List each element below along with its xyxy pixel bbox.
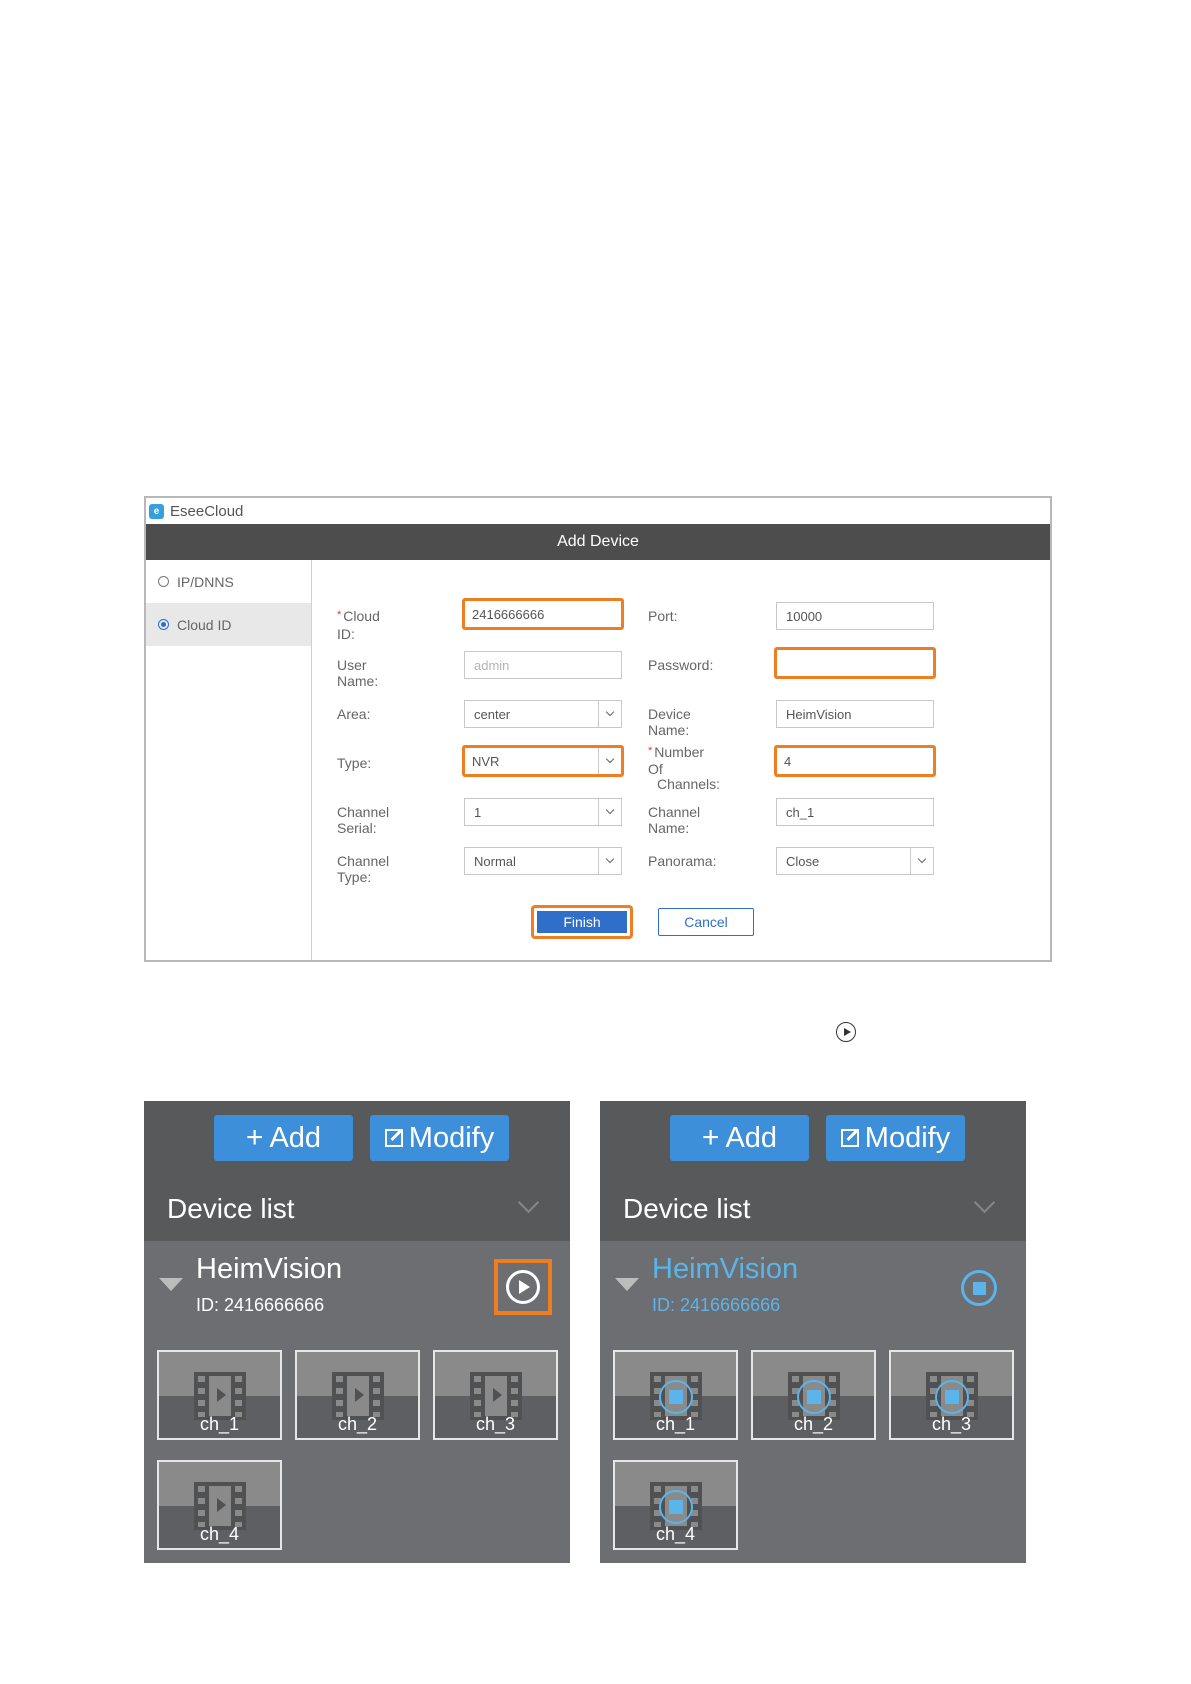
chevron-down-icon[interactable] (598, 799, 621, 825)
modify-button[interactable]: Modify (370, 1115, 509, 1161)
channel-tile-2[interactable]: ch_2 (751, 1350, 876, 1440)
channel-label: ch_4 (199, 1524, 240, 1544)
channel-label: ch_3 (931, 1414, 972, 1434)
port-input[interactable]: 10000 (776, 602, 934, 630)
dialog-header: Add Device (146, 524, 1050, 560)
sidebar-item-ip-dnns[interactable]: IP/DNNS (146, 560, 311, 603)
channel-serial-select[interactable]: 1 (464, 798, 622, 826)
radio-cloud-id[interactable] (158, 619, 169, 630)
stop-icon[interactable] (659, 1490, 693, 1524)
finish-button-highlight: Finish (531, 905, 633, 939)
channel-label: ch_2 (337, 1414, 378, 1434)
stop-icon[interactable] (961, 1270, 997, 1306)
app-title: EseeCloud (170, 502, 244, 520)
channel-label: ch_1 (199, 1414, 240, 1434)
window-titlebar: e EseeCloud (146, 498, 1050, 524)
channel-name-label: Channel Name: (648, 804, 701, 836)
channel-label: ch_4 (655, 1524, 696, 1544)
cloud-id-input[interactable]: 2416666666 (462, 598, 624, 630)
device-name-input[interactable]: HeimVision (776, 700, 934, 728)
channel-tile-3[interactable]: ch_3 (889, 1350, 1014, 1440)
sidebar-item-cloud-id[interactable]: Cloud ID (146, 603, 311, 646)
play-button-highlight[interactable] (494, 1259, 552, 1315)
play-icon[interactable] (506, 1270, 540, 1304)
port-label: Port: (648, 608, 678, 624)
type-label: Type: (337, 755, 372, 771)
stop-icon[interactable] (659, 1380, 693, 1414)
chevron-down-icon[interactable] (598, 848, 621, 874)
panorama-label: Panorama: (648, 853, 717, 869)
finish-button[interactable]: Finish (537, 911, 627, 933)
expand-triangle-icon[interactable] (615, 1278, 639, 1291)
edit-icon (840, 1129, 859, 1147)
channel-tile-1[interactable]: ch_1 (157, 1350, 282, 1440)
device-list-title: Device list (167, 1193, 295, 1224)
plus-icon: + (245, 1121, 264, 1154)
user-name-input[interactable]: admin (464, 651, 622, 679)
channel-label: ch_1 (655, 1414, 696, 1434)
channel-type-select[interactable]: Normal (464, 847, 622, 875)
number-of-channels-input[interactable]: 4 (774, 745, 936, 777)
channel-label: ch_3 (475, 1414, 516, 1434)
channel-tile-4[interactable]: ch_4 (613, 1460, 738, 1550)
device-list-panel-before: + Add Modify Device list HeimVision ID: 2… (144, 1101, 570, 1563)
chevron-down-icon[interactable] (517, 1191, 540, 1214)
device-row[interactable]: HeimVision ID: 2416666666 (144, 1241, 570, 1329)
chevron-down-icon[interactable] (598, 748, 621, 774)
chevron-down-icon[interactable] (598, 701, 621, 727)
channel-serial-label: Channel Serial: (337, 804, 390, 836)
type-select[interactable]: NVR (462, 745, 624, 777)
add-device-window: e EseeCloud Add Device IP/DNNS Cloud ID … (144, 496, 1052, 962)
dialog-title: Add Device (557, 533, 639, 550)
edit-icon (384, 1129, 403, 1147)
channel-tile-1[interactable]: ch_1 (613, 1350, 738, 1440)
area-select[interactable]: center (464, 700, 622, 728)
expand-triangle-icon[interactable] (159, 1278, 183, 1291)
channel-tile-4[interactable]: ch_4 (157, 1460, 282, 1550)
stop-icon[interactable] (797, 1380, 831, 1414)
channel-type-label: Channel Type: (337, 853, 390, 885)
channel-label: ch_2 (793, 1414, 834, 1434)
radio-ip-dnns[interactable] (158, 576, 169, 587)
device-row[interactable]: HeimVision ID: 2416666666 (600, 1241, 1026, 1329)
panorama-select[interactable]: Close (776, 847, 934, 875)
password-input[interactable] (774, 647, 936, 679)
channel-tile-2[interactable]: ch_2 (295, 1350, 420, 1440)
device-id: ID: 2416666666 (652, 1295, 781, 1315)
stop-icon[interactable] (935, 1380, 969, 1414)
device-list-title: Device list (623, 1193, 751, 1224)
device-list-header: + Add Modify Device list (144, 1101, 570, 1241)
plus-icon: + (701, 1121, 720, 1154)
chevron-down-icon[interactable] (910, 848, 933, 874)
add-mode-sidebar: IP/DNNS Cloud ID (146, 560, 312, 960)
device-list-header: + Add Modify Device list (600, 1101, 1026, 1241)
user-name-label: User Name: (337, 657, 379, 689)
play-icon (836, 1022, 856, 1042)
channel-name-input[interactable]: ch_1 (776, 798, 934, 826)
password-label: Password: (648, 657, 714, 673)
add-button[interactable]: + Add (214, 1115, 353, 1161)
number-of-channels-label: * Number Of Channels: (648, 744, 721, 792)
area-label: Area: (337, 706, 371, 722)
sidebar-item-label: Cloud ID (177, 616, 232, 633)
sidebar-item-label: IP/DNNS (177, 573, 234, 590)
modify-button[interactable]: Modify (826, 1115, 965, 1161)
add-button[interactable]: + Add (670, 1115, 809, 1161)
chevron-down-icon[interactable] (973, 1191, 996, 1214)
device-name: HeimVision (196, 1253, 343, 1285)
channel-tile-3[interactable]: ch_3 (433, 1350, 558, 1440)
device-list-panel-playing: + Add Modify Device list HeimVision ID: 2… (600, 1101, 1026, 1563)
cloud-id-label: * Cloud ID: (337, 608, 380, 642)
cancel-button[interactable]: Cancel (658, 908, 754, 936)
device-id: ID: 2416666666 (196, 1295, 325, 1315)
eseecloud-logo-icon: e (149, 503, 164, 519)
device-name-label: Device Name: (648, 706, 691, 738)
device-name: HeimVision (652, 1253, 799, 1285)
